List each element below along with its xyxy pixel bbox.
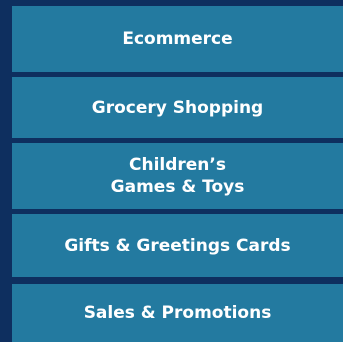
menu-item-label: Grocery Shopping	[91, 97, 264, 118]
menu-item-gifts-greetings-cards[interactable]: Gifts & Greetings Cards	[12, 214, 343, 277]
menu-item-label: Sales & Promotions	[83, 303, 272, 323]
menu-item-label: Children’s Games & Toys	[110, 155, 245, 197]
menu-item-sales-promotions[interactable]: Sales & Promotions	[12, 284, 343, 342]
menu-item-childrens-games-toys[interactable]: Children’s Games & Toys	[12, 143, 343, 209]
menu-item-ecommerce[interactable]: Ecommerce	[12, 6, 343, 72]
menu-item-label: Gifts & Greetings Cards	[64, 235, 291, 256]
menu-item-label: Ecommerce	[122, 29, 233, 49]
menu-item-grocery-shopping[interactable]: Grocery Shopping	[12, 77, 343, 138]
category-menu: Ecommerce Grocery Shopping Children’s Ga…	[12, 0, 343, 342]
